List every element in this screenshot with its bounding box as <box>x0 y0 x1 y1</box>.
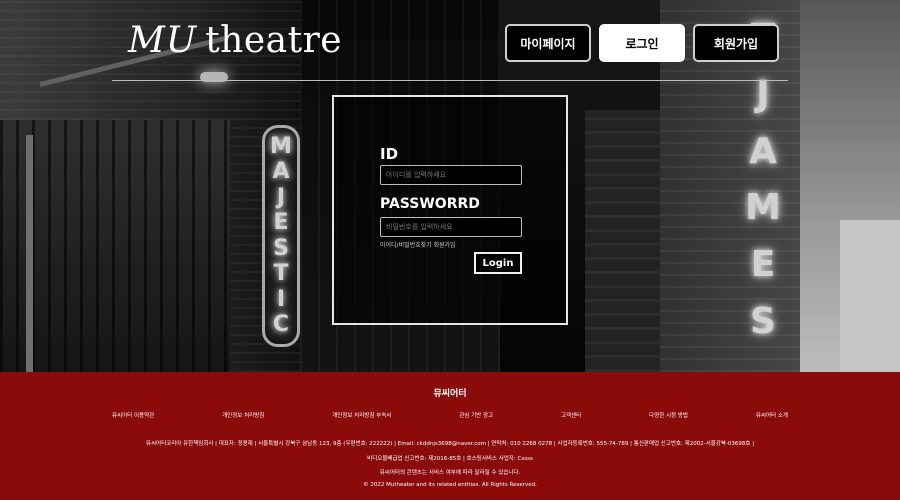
footer-link-ads[interactable]: 관심 기반 광고 <box>459 411 493 419</box>
footer-link-terms[interactable]: 뮤씨어터 이용약관 <box>112 411 154 419</box>
logo-suffix: theatre <box>205 20 343 61</box>
footer-links: 뮤씨어터 이용약관 개인정보 처리방침 개인정보 처리방침 부속서 관심 기반 … <box>112 411 788 419</box>
footer-link-watch[interactable]: 다양한 시청 방법 <box>649 411 688 419</box>
company-info: 뮤씨어터코리아 유한책임회사 | 대표자: 정용재 | 서울특별시 강북구 삼남… <box>145 441 755 447</box>
footer-link-about[interactable]: 뮤씨어터 소개 <box>756 411 788 419</box>
id-label: ID <box>380 145 399 163</box>
signup-button[interactable]: 회원가입 <box>693 24 779 62</box>
password-label: PASSWORRD <box>380 196 480 212</box>
copyright: © 2022 Mutheater and its related entitie… <box>363 482 537 488</box>
password-input[interactable] <box>380 217 522 237</box>
footer: 뮤씨어터 뮤씨어터 이용약관 개인정보 처리방침 개인정보 처리방침 부속서 관… <box>0 372 900 500</box>
find-account-links[interactable]: 아이디/비밀번호찾기 회원가입 <box>380 240 456 249</box>
header-divider <box>112 80 788 81</box>
content-notice: 뮤씨어터의 콘텐츠는 서비스 여부에 따라 달라질 수 있습니다. <box>379 470 521 476</box>
login-nav-button[interactable]: 로그인 <box>599 24 685 62</box>
login-form: ID PASSWORRD 아이디/비밀번호찾기 회원가입 Login <box>332 95 568 325</box>
footer-link-privacy-annex[interactable]: 개인정보 처리방침 부속서 <box>332 411 391 419</box>
find-account-link[interactable]: 아이디/비밀번호찾기 회원가입 <box>380 242 456 249</box>
site-logo[interactable]: MU theatre <box>128 20 342 61</box>
login-submit-button[interactable]: Login <box>474 252 522 274</box>
distribution-info: 비디오물배급업 신고번호: 제2016-85호 | 호스팅서비스 사업자: Cs… <box>367 456 533 462</box>
logo-prefix: MU <box>128 20 198 61</box>
id-input[interactable] <box>380 165 522 185</box>
footer-link-support[interactable]: 고객센터 <box>561 411 581 419</box>
footer-link-privacy[interactable]: 개인정보 처리방침 <box>222 411 264 419</box>
footer-title: 뮤씨어터 <box>433 389 467 399</box>
mypage-button[interactable]: 마이페이지 <box>505 24 591 62</box>
